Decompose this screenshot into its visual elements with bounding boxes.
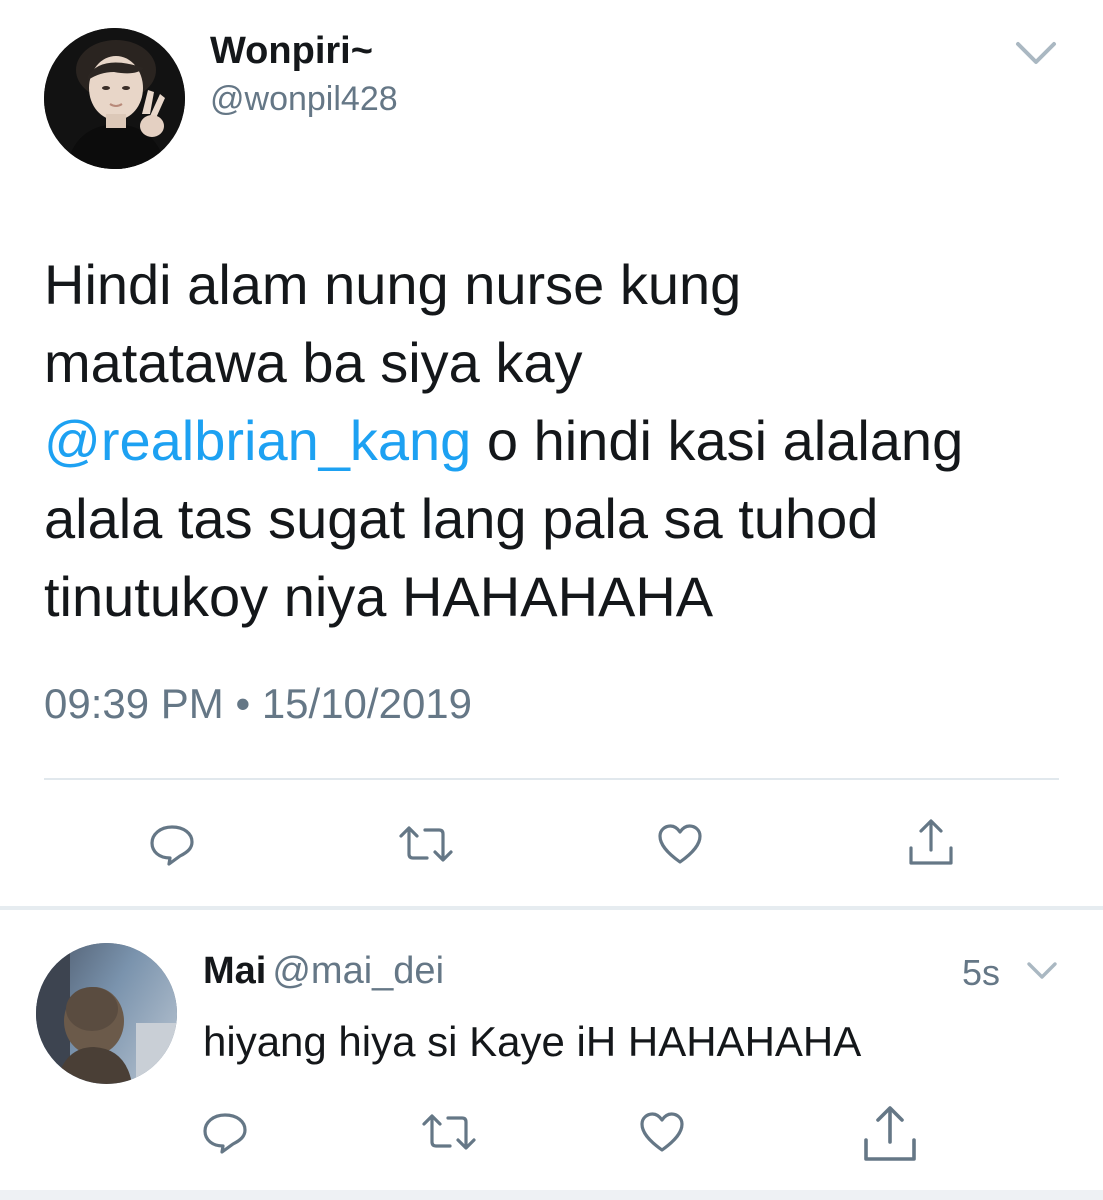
like-icon[interactable] xyxy=(638,1110,686,1154)
tweet-line-text: o hindi kasi alalang xyxy=(471,409,964,472)
reply-body: hiyang hiya si Kaye iH HAHAHAHA xyxy=(203,1018,862,1065)
tweet-line: tinutukoy niya HAHAHAHA xyxy=(44,565,714,628)
tweet-timestamp[interactable]: 09:39 PM • 15/10/2019 xyxy=(44,680,472,728)
share-icon[interactable] xyxy=(860,1104,920,1164)
reply-icon[interactable] xyxy=(201,1110,249,1156)
tweet-line: Hindi alam nung nurse kung xyxy=(44,253,742,316)
display-name[interactable]: Wonpiri~ xyxy=(210,30,373,73)
section-separator xyxy=(0,906,1103,910)
profile-photo xyxy=(44,28,185,169)
chevron-down-icon[interactable] xyxy=(1026,960,1058,982)
divider xyxy=(44,778,1059,780)
retweet-icon[interactable] xyxy=(420,1112,478,1152)
reply-header: Mai @mai_dei xyxy=(203,950,444,993)
username-handle[interactable]: @wonpil428 xyxy=(210,80,398,119)
reply-icon[interactable] xyxy=(148,822,196,868)
reply-time: 5s xyxy=(962,952,1001,993)
display-name[interactable]: Mai xyxy=(203,950,266,992)
like-icon[interactable] xyxy=(656,822,704,866)
tweet-line: matatawa ba siya kay xyxy=(44,331,583,394)
mention-link[interactable]: @realbrian_kang xyxy=(44,409,471,472)
retweet-icon[interactable] xyxy=(397,824,455,864)
tweet-line: alala tas sugat lang pala sa tuhod xyxy=(44,487,879,550)
avatar-wonpiri[interactable] xyxy=(44,28,185,169)
tweet-line: @realbrian_kang o hindi kasi alalang xyxy=(44,402,1064,480)
chevron-down-icon[interactable] xyxy=(1014,38,1058,68)
profile-photo xyxy=(36,943,177,1084)
bottom-edge xyxy=(0,1190,1103,1200)
tweet-body: Hindi alam nung nurse kung matatawa ba s… xyxy=(44,246,1064,636)
username-handle[interactable]: @mai_dei xyxy=(272,950,444,992)
avatar-mai[interactable] xyxy=(36,943,177,1084)
share-icon[interactable] xyxy=(906,818,956,868)
